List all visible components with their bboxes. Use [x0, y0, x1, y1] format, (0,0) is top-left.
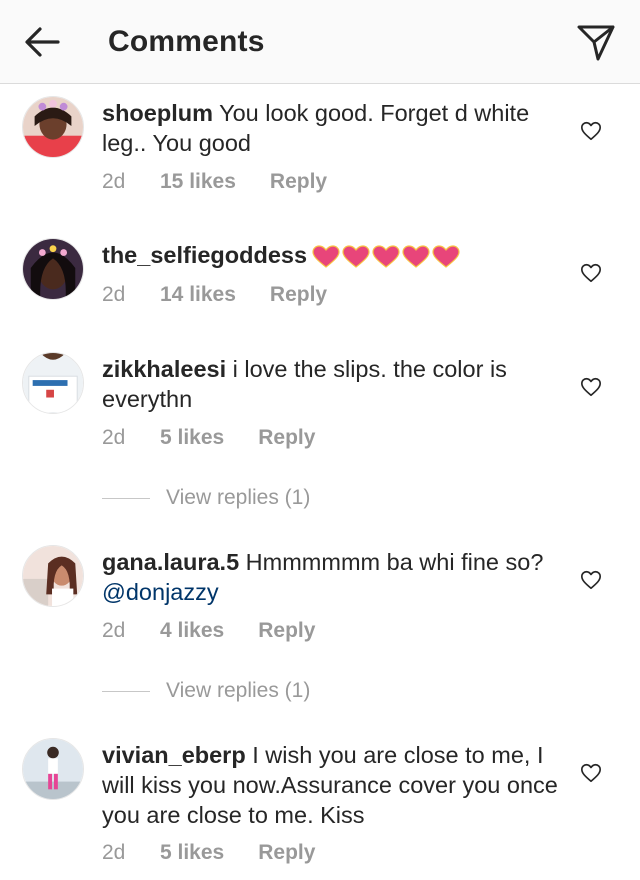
comment-likes[interactable]: 5 likes	[160, 840, 224, 866]
comment-likes[interactable]: 4 likes	[160, 618, 224, 644]
header-bar: Comments	[0, 0, 640, 84]
comment-time: 2d	[102, 619, 126, 642]
comment-text: vivian_eberp I wish you are close to me,…	[102, 740, 562, 830]
comment-username[interactable]: zikkhaleesi	[102, 356, 226, 382]
view-replies-label[interactable]: View replies (1)	[166, 679, 310, 703]
comment-username[interactable]: vivian_eberp	[102, 742, 246, 768]
arrow-left-icon[interactable]	[22, 24, 62, 60]
comment-time: 2d	[102, 841, 126, 864]
comment-time: 2d	[102, 426, 126, 449]
divider-line	[102, 497, 150, 499]
avatar[interactable]	[22, 238, 84, 300]
heart-icon[interactable]	[580, 262, 602, 284]
comment-text: zikkhaleesi i love the slips. the color …	[102, 354, 562, 414]
reply-button[interactable]: Reply	[270, 169, 327, 195]
heart-icon[interactable]	[580, 376, 602, 398]
reply-button[interactable]: Reply	[270, 282, 327, 308]
avatar[interactable]	[22, 738, 84, 800]
comment-text: shoeplum You look good. Forget d white l…	[102, 98, 562, 158]
heart-icon[interactable]	[580, 120, 602, 142]
comment-meta: 2d 5 likes Reply	[102, 840, 315, 866]
divider-line	[102, 690, 150, 692]
comment-meta: 2d 14 likes Reply	[102, 282, 327, 308]
comment-likes[interactable]: 5 likes	[160, 425, 224, 451]
comment-time: 2d	[102, 283, 126, 306]
reply-button[interactable]: Reply	[258, 840, 315, 866]
comment-text: gana.laura.5 Hmmmmmm ba whi fine so? @do…	[102, 547, 562, 607]
comment-likes[interactable]: 14 likes	[160, 282, 236, 308]
avatar[interactable]	[22, 352, 84, 414]
comment-time: 2d	[102, 170, 126, 193]
comment-meta: 2d 4 likes Reply	[102, 618, 315, 644]
comment-username[interactable]: the_selfiegoddess	[102, 242, 307, 268]
reply-button[interactable]: Reply	[258, 425, 315, 451]
view-replies-button[interactable]: View replies (1)	[102, 485, 310, 511]
mention-link[interactable]: @donjazzy	[102, 579, 219, 605]
avatar[interactable]	[22, 545, 84, 607]
comment-body: Hmmmmmm ba whi fine so?	[239, 549, 544, 575]
reply-button[interactable]: Reply	[258, 618, 315, 644]
comment-likes[interactable]: 15 likes	[160, 169, 236, 195]
avatar[interactable]	[22, 96, 84, 158]
view-replies-button[interactable]: View replies (1)	[102, 678, 310, 704]
comment-meta: 2d 15 likes Reply	[102, 169, 327, 195]
view-replies-label[interactable]: View replies (1)	[166, 486, 310, 510]
heart-icon[interactable]	[580, 762, 602, 784]
pink-heart-icons	[311, 244, 461, 270]
comment-text: the_selfiegoddess	[102, 240, 562, 270]
comment-username[interactable]: gana.laura.5	[102, 549, 239, 575]
heart-icon[interactable]	[580, 569, 602, 591]
comment-username[interactable]: shoeplum	[102, 100, 213, 126]
comment-meta: 2d 5 likes Reply	[102, 425, 315, 451]
page-title: Comments	[108, 25, 265, 58]
paper-plane-icon[interactable]	[574, 20, 618, 64]
